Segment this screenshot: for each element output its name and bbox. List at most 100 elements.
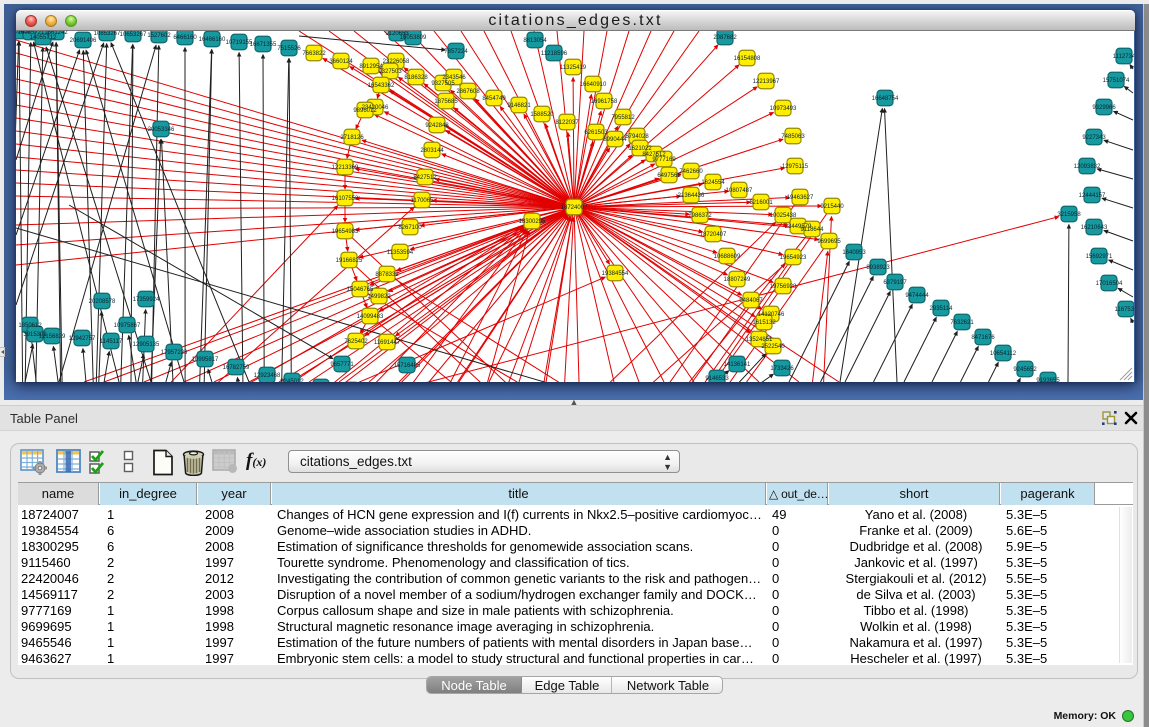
svg-text:19463627: 19463627	[787, 195, 814, 201]
svg-text:7663822: 7663822	[302, 51, 326, 57]
svg-text:3215958: 3215958	[1057, 212, 1081, 218]
svg-text:1112734: 1112734	[1113, 54, 1134, 60]
svg-text:1588520: 1588520	[530, 112, 554, 118]
svg-text:1170065: 1170065	[411, 198, 435, 204]
svg-text:17957223: 17957223	[161, 350, 188, 356]
svg-text:9227343: 9227343	[1082, 135, 1106, 141]
svg-text:1615132: 1615132	[752, 320, 776, 326]
svg-text:9329966: 9329966	[1092, 105, 1116, 111]
svg-text:10025438: 10025438	[770, 213, 797, 219]
svg-text:9118644: 9118644	[801, 227, 825, 233]
svg-text:3660124: 3660124	[329, 59, 353, 65]
svg-text:7857224: 7857224	[444, 49, 468, 55]
svg-text:14120746: 14120746	[758, 312, 785, 318]
svg-text:6794028: 6794028	[625, 134, 649, 140]
svg-text:6379197: 6379197	[883, 280, 907, 286]
svg-text:8427512: 8427512	[413, 175, 437, 181]
svg-text:16210643: 16210643	[1081, 225, 1108, 231]
svg-text:17359924: 17359924	[133, 297, 160, 303]
svg-text:7632621: 7632621	[950, 320, 974, 326]
svg-text:10973493: 10973493	[770, 106, 797, 112]
svg-text:1640953: 1640953	[842, 250, 866, 256]
svg-text:12942757: 12942757	[69, 336, 96, 342]
svg-text:12975115: 12975115	[782, 164, 809, 170]
svg-text:12905135: 12905135	[133, 342, 160, 348]
svg-text:21364436: 21364436	[678, 193, 705, 199]
svg-text:16466160: 16466160	[199, 37, 226, 43]
svg-text:11691447: 11691447	[374, 340, 401, 346]
svg-text:2522540: 2522540	[761, 344, 785, 350]
svg-text:19384554: 19384554	[602, 271, 629, 277]
svg-text:7955812: 7955812	[611, 115, 635, 121]
svg-text:9215440: 9215440	[820, 204, 844, 210]
svg-text:8122037: 8122037	[555, 120, 579, 126]
svg-text:6466160: 6466160	[173, 35, 197, 41]
svg-text:12923468: 12923468	[254, 373, 281, 379]
svg-text:20691406: 20691406	[70, 38, 97, 44]
svg-text:23226058: 23226058	[383, 59, 410, 65]
svg-text:16648754: 16648754	[872, 96, 899, 102]
svg-text:8471676: 8471676	[971, 335, 995, 341]
svg-text:1624554: 1624554	[701, 180, 725, 186]
svg-text:2718126: 2718126	[340, 135, 364, 141]
svg-text:6261503: 6261503	[584, 130, 608, 136]
svg-text:6497568: 6497568	[657, 173, 681, 179]
svg-text:2087682: 2087682	[713, 35, 737, 41]
svg-text:7625402: 7625402	[344, 339, 368, 345]
svg-text:12213967: 12213967	[753, 79, 780, 85]
svg-text:8813054: 8813054	[523, 38, 547, 44]
svg-text:9242848: 9242848	[425, 123, 449, 129]
svg-text:15692971: 15692971	[1086, 254, 1113, 260]
svg-text:10807487: 10807487	[726, 188, 753, 194]
svg-text:8186328: 8186328	[404, 75, 428, 81]
svg-text:16782759: 16782759	[223, 365, 250, 371]
svg-text:19756928: 19756928	[770, 284, 797, 290]
svg-text:8990444: 8990444	[603, 137, 627, 143]
svg-text:9327503: 9327503	[378, 69, 402, 75]
svg-text:2867608: 2867608	[456, 89, 480, 95]
svg-text:7462660: 7462660	[679, 169, 703, 175]
svg-text:15046765: 15046765	[347, 287, 374, 293]
svg-text:7485063: 7485063	[781, 134, 805, 140]
svg-text:11353594: 11353594	[387, 250, 414, 256]
svg-text:20053346: 20053346	[148, 127, 175, 133]
svg-text:19654923: 19654923	[780, 255, 807, 261]
svg-text:7986372: 7986372	[688, 213, 712, 219]
svg-text:12213369: 12213369	[332, 165, 359, 171]
svg-text:7515526: 7515526	[277, 46, 301, 52]
svg-text:2803144: 2803144	[420, 148, 444, 154]
svg-text:16961758: 16961758	[591, 99, 618, 105]
svg-text:8878332: 8878332	[375, 272, 399, 278]
svg-text:16053809: 16053809	[400, 35, 427, 41]
svg-text:9474444: 9474444	[905, 293, 929, 299]
svg-text:1145117: 1145117	[100, 339, 123, 345]
svg-text:1527602: 1527602	[147, 33, 171, 39]
svg-text:9699695: 9699695	[817, 239, 841, 245]
svg-text:8454749: 8454749	[482, 96, 506, 102]
svg-text:14099483: 14099483	[357, 314, 384, 320]
svg-text:11218596: 11218596	[541, 51, 568, 57]
svg-text:10975867: 10975867	[114, 323, 141, 329]
svg-text:16154808: 16154808	[734, 56, 761, 62]
svg-text:16640910: 16640910	[580, 82, 607, 88]
svg-text:11325419: 11325419	[560, 65, 587, 71]
svg-text:16543362: 16543362	[368, 83, 395, 89]
svg-text:9896012: 9896012	[353, 108, 377, 114]
svg-text:16107553: 16107553	[332, 196, 359, 202]
svg-text:9657771: 9657771	[330, 362, 354, 368]
svg-text:12444157: 12444157	[1079, 193, 1106, 199]
svg-text:10688609: 10688609	[714, 254, 741, 260]
svg-text:9245012: 9245012	[280, 379, 304, 382]
svg-text:14136141: 14136141	[724, 362, 751, 368]
svg-text:9146533: 9146533	[705, 376, 729, 382]
svg-text:9777169: 9777169	[652, 157, 676, 163]
svg-text:18720407: 18720407	[700, 232, 727, 238]
svg-text:17016504: 17016504	[1096, 281, 1123, 287]
svg-text:10653267: 10653267	[120, 32, 147, 38]
svg-text:18300295: 18300295	[519, 219, 546, 225]
svg-text:9327505: 9327505	[431, 81, 455, 87]
svg-text:9484067: 9484067	[739, 298, 763, 304]
svg-text:13524851: 13524851	[746, 337, 773, 343]
svg-text:8938923: 8938923	[866, 265, 890, 271]
svg-text:15716485: 15716485	[394, 363, 421, 369]
